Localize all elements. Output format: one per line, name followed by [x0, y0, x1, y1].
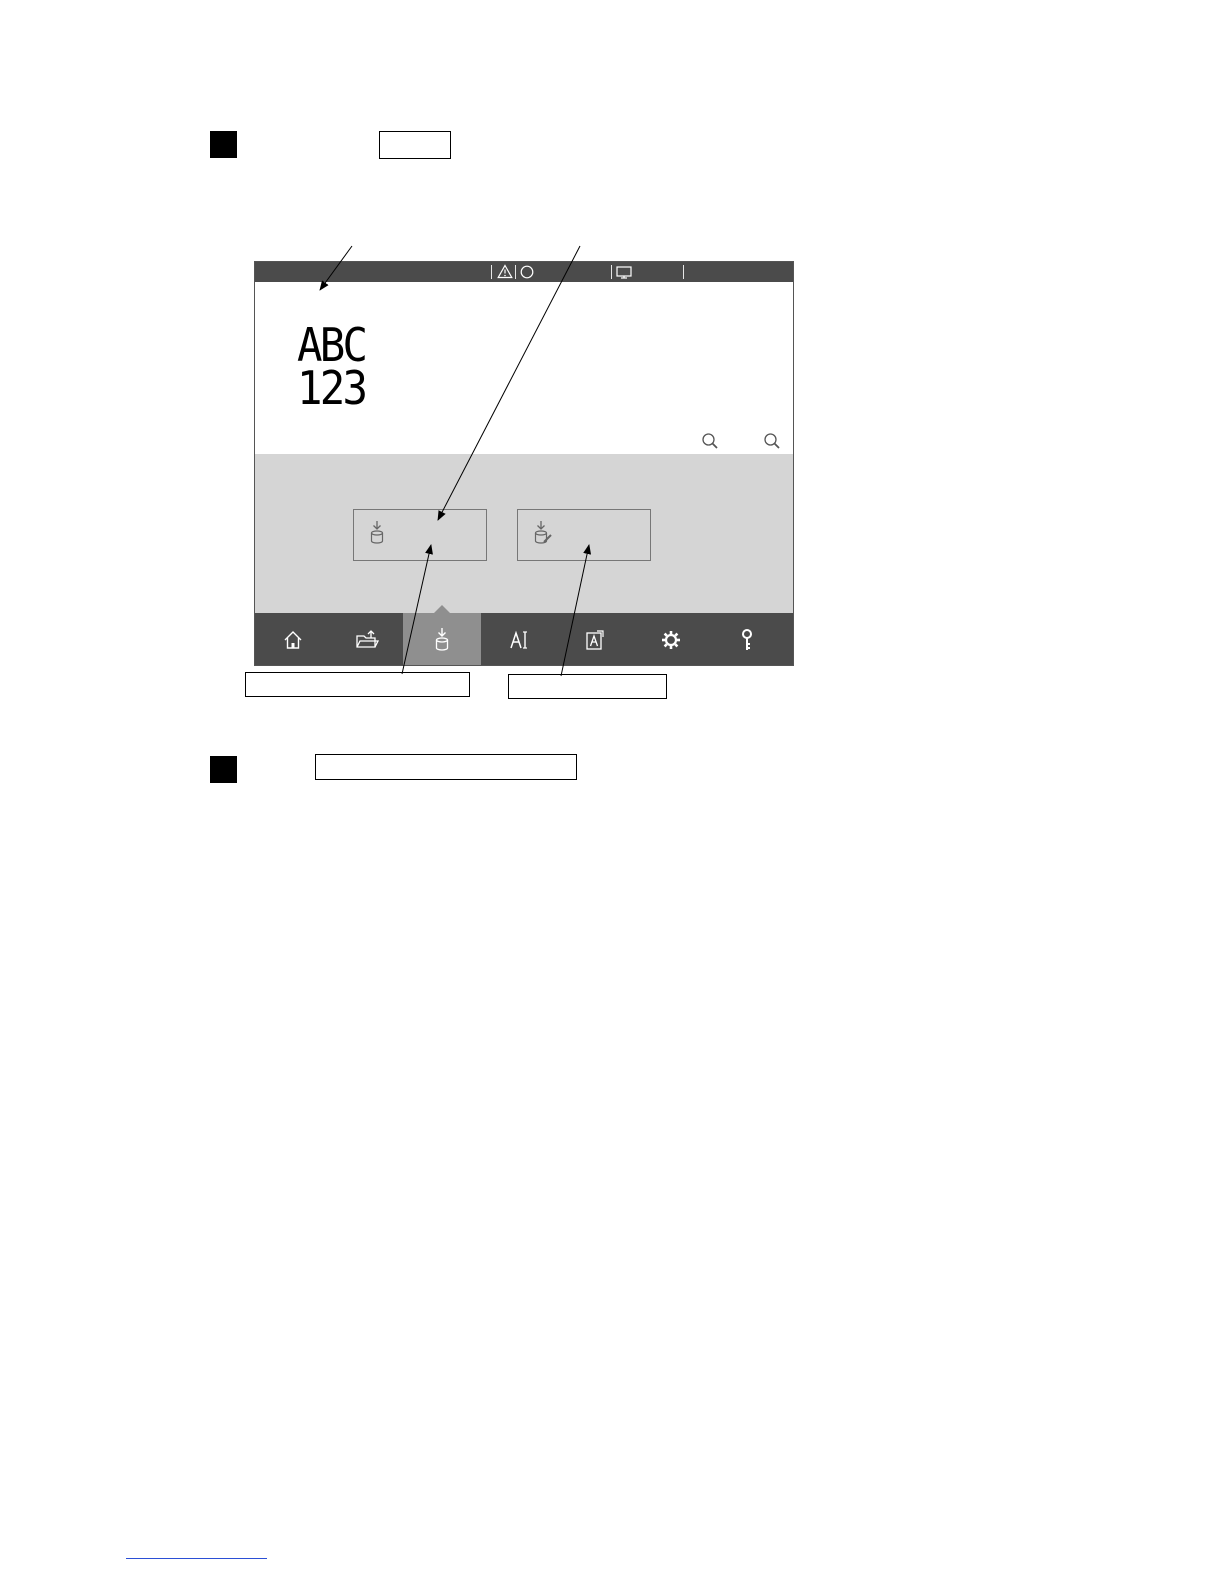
callout-label-box-load-edit: [508, 674, 667, 699]
preview-line-2: 123: [297, 361, 368, 415]
status-bar: [255, 262, 793, 282]
device-screen: ABC 123: [254, 261, 794, 666]
nav-settings[interactable]: [633, 613, 709, 665]
load-message-button[interactable]: [353, 509, 487, 561]
nav-home[interactable]: [255, 613, 331, 665]
preview-message: ABC 123: [297, 322, 368, 415]
nav-text-edit[interactable]: [481, 613, 557, 665]
nav-load-message[interactable]: [403, 605, 481, 665]
footer-link-underline[interactable]: [126, 1558, 267, 1559]
bottom-navigation: [255, 605, 793, 665]
text-edit-icon: [510, 630, 527, 649]
zoom-out-icon[interactable]: [763, 432, 781, 450]
folder-open-icon: [356, 630, 379, 648]
step-marker-2: [210, 756, 237, 783]
status-separator: [611, 265, 612, 279]
home-icon: [284, 631, 302, 649]
warning-icon[interactable]: [497, 264, 513, 279]
gear-icon: [662, 631, 680, 649]
callout-leader-lines: [319, 245, 592, 677]
status-separator: [683, 265, 684, 279]
monitor-icon[interactable]: [615, 264, 633, 280]
step-1-label-box: [379, 131, 451, 159]
step-marker-1: [210, 131, 237, 158]
text-frame-icon: [586, 630, 604, 650]
database-download-icon: [370, 521, 384, 544]
nav-access-key[interactable]: [709, 613, 785, 665]
status-circle-icon[interactable]: [519, 264, 535, 280]
message-preview[interactable]: ABC 123: [255, 282, 793, 454]
active-tab-notch: [434, 605, 450, 613]
status-separator: [515, 265, 516, 279]
callout-label-box-load: [245, 672, 470, 697]
step-2-label-box: [315, 754, 577, 780]
zoom-in-icon[interactable]: [701, 432, 719, 450]
nav-text-frame[interactable]: [557, 613, 633, 665]
status-separator: [491, 265, 492, 279]
database-download-icon: [435, 628, 449, 651]
database-edit-icon: [534, 521, 552, 544]
nav-open-folder[interactable]: [329, 613, 405, 665]
key-icon: [742, 629, 752, 650]
load-edit-message-button[interactable]: [517, 509, 651, 561]
function-panel: [255, 454, 793, 613]
